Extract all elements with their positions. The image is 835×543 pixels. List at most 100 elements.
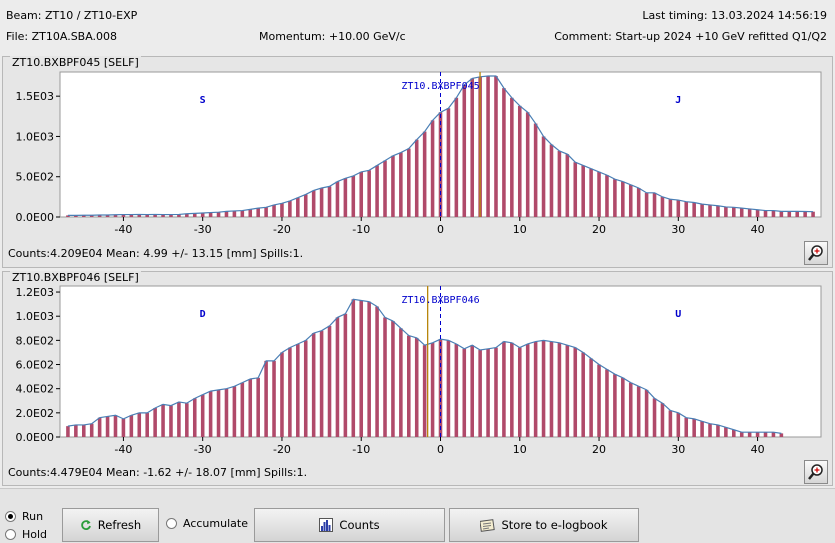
- beam-label: Beam: ZT10 / ZT10-EXP: [6, 9, 138, 22]
- hold-radio[interactable]: Hold: [5, 528, 47, 541]
- profile-bar: [367, 301, 371, 437]
- accumulate-radio[interactable]: Accumulate: [166, 517, 248, 530]
- y-tick-label: 5.0E02: [16, 171, 54, 184]
- profile-bar: [533, 123, 538, 217]
- profile-bar: [351, 299, 356, 437]
- monitor-label: ZT10.BXBPF046: [401, 295, 479, 306]
- x-tick-label: 40: [751, 443, 765, 456]
- profile-bar: [541, 340, 546, 437]
- profile-bar: [636, 386, 641, 437]
- profile-bar: [264, 207, 268, 217]
- x-tick-label: 10: [513, 443, 527, 456]
- profile-bar: [763, 432, 768, 437]
- profile-bar: [256, 377, 260, 437]
- profile-bar: [391, 155, 395, 217]
- x-tick-label: -30: [194, 223, 212, 236]
- profile-bar: [407, 148, 411, 217]
- profile-bar: [66, 426, 70, 437]
- profile-bar: [724, 427, 728, 437]
- profile-bar: [613, 179, 617, 217]
- file-label: File: ZT10A.SBA.008: [6, 30, 118, 43]
- profile-bar: [446, 340, 451, 437]
- profile-bar: [510, 97, 514, 217]
- last-timing-label: Last timing: 13.03.2024 14:56:19: [642, 9, 827, 22]
- y-tick-label: 1.0E03: [16, 130, 54, 143]
- x-tick-label: 40: [751, 223, 765, 236]
- profile-bar: [644, 192, 649, 217]
- profile-bar: [597, 171, 601, 217]
- profile-bar: [700, 204, 704, 217]
- accumulate-radio-indicator[interactable]: [166, 518, 177, 529]
- profile-bar: [470, 345, 474, 437]
- profile-bar: [296, 343, 300, 437]
- refresh-button[interactable]: Refresh: [62, 508, 159, 542]
- profile-bar: [676, 200, 681, 217]
- zoom-button[interactable]: [804, 241, 828, 265]
- profile-bar: [407, 335, 411, 437]
- profile-bar: [414, 139, 419, 217]
- profile-bar: [208, 212, 213, 217]
- x-tick-label: -40: [114, 223, 132, 236]
- profile-bar: [422, 131, 427, 217]
- zoom-button[interactable]: [804, 460, 828, 484]
- hold-radio-indicator[interactable]: [5, 529, 16, 540]
- profile-bar: [747, 432, 752, 437]
- stats-text: Counts:4.209E04 Mean: 4.99 +/- 13.15 [mm…: [8, 247, 304, 260]
- x-tick-label: -10: [352, 443, 370, 456]
- profile-bar: [597, 364, 601, 437]
- profile-bar: [161, 404, 165, 437]
- profile-bar: [573, 162, 578, 217]
- x-tick-label: -30: [194, 443, 212, 456]
- magnifier-icon: [808, 245, 823, 261]
- profile-bar: [288, 200, 292, 217]
- x-tick-label: -20: [273, 223, 291, 236]
- profile-bar: [311, 190, 316, 217]
- y-tick-label: 8.0E02: [16, 334, 54, 347]
- right-side-marker: J: [675, 95, 681, 106]
- profile-bar: [248, 379, 253, 437]
- profile-bar: [145, 412, 149, 437]
- x-tick-label: 10: [513, 223, 527, 236]
- counts-button[interactable]: Counts: [254, 508, 445, 542]
- profile-bar: [232, 210, 237, 217]
- profile-bar: [724, 206, 728, 217]
- profile-bar: [787, 211, 792, 217]
- profile-bar: [81, 424, 86, 437]
- profile-bar: [327, 325, 332, 437]
- y-tick-label: 0.0E00: [16, 211, 54, 224]
- profile-bar: [454, 343, 459, 437]
- profile-bar: [771, 210, 776, 217]
- profile-bar: [700, 421, 704, 437]
- profile-bar: [692, 418, 696, 437]
- profile-bar: [462, 348, 467, 437]
- profile-bar: [803, 211, 807, 217]
- refresh-icon: [81, 520, 91, 530]
- profile-bar: [716, 424, 720, 437]
- run-radio[interactable]: Run: [5, 510, 43, 523]
- profile-bar: [605, 175, 609, 217]
- profile-bar: [224, 211, 229, 217]
- profile-bar: [272, 204, 276, 217]
- profile-bar: [692, 202, 696, 217]
- profile-bar: [628, 184, 633, 217]
- control-bar: Run Hold Refresh Accumulate Counts Store…: [0, 488, 835, 543]
- profile-bar: [272, 360, 276, 437]
- profile-bar: [644, 389, 649, 437]
- store-logbook-button[interactable]: Store to e-logbook: [449, 508, 639, 542]
- y-tick-label: 2.0E02: [16, 407, 54, 420]
- profile-bar: [185, 403, 189, 437]
- profile-bar: [589, 168, 593, 217]
- profile-chart-bxbpf045: 0.0E00 5.0E02 1.0E03 1.5E03 -40 -30 -20 -10 0 10 2…: [16, 71, 822, 236]
- profile-bar: [573, 347, 578, 437]
- profile-bar: [668, 199, 673, 217]
- y-tick-label: 1.2E03: [16, 286, 54, 299]
- profile-bar: [613, 374, 617, 437]
- profile-bar: [494, 76, 498, 218]
- profile-bar: [454, 97, 459, 217]
- profile-bar: [628, 382, 633, 437]
- x-tick-label: -20: [273, 443, 291, 456]
- profile-bar: [121, 418, 126, 437]
- profile-bar: [303, 340, 308, 437]
- run-radio-indicator[interactable]: [5, 511, 16, 522]
- profile-bar: [732, 207, 736, 217]
